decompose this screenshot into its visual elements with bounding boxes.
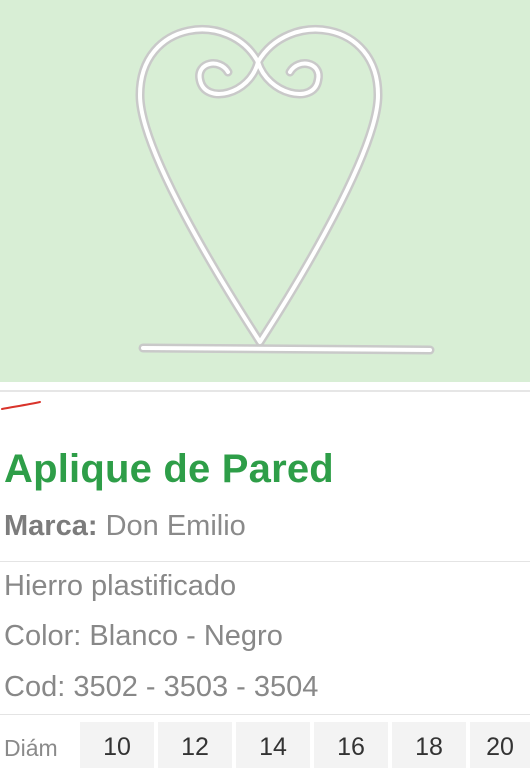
- size-cell: 10: [80, 722, 154, 768]
- size-cell: 16: [314, 722, 388, 768]
- heart-bracket-illustration: [135, 25, 435, 355]
- size-cell: 14: [236, 722, 310, 768]
- size-cell: 20: [470, 722, 530, 768]
- size-table: Diám 10 12 14 16 18 20: [0, 722, 530, 768]
- divider: [0, 561, 530, 562]
- decorative-mark: [1, 401, 41, 410]
- size-cell: 12: [158, 722, 232, 768]
- divider: [0, 714, 530, 715]
- color-text: Color: Blanco - Negro: [4, 620, 283, 652]
- code-text: Cod: 3502 - 3503 - 3504: [4, 671, 319, 703]
- brand-value: Don Emilio: [105, 510, 246, 542]
- brand-label: Marca:: [4, 510, 98, 542]
- material-text: Hierro plastificado: [4, 570, 237, 602]
- brand-row: Marca: Don Emilio: [4, 510, 246, 543]
- product-title: Aplique de Pared: [4, 447, 334, 491]
- size-cell: 18: [392, 722, 466, 768]
- product-image: [0, 0, 530, 382]
- image-divider: [0, 390, 530, 392]
- diameter-label: Diám: [4, 735, 58, 761]
